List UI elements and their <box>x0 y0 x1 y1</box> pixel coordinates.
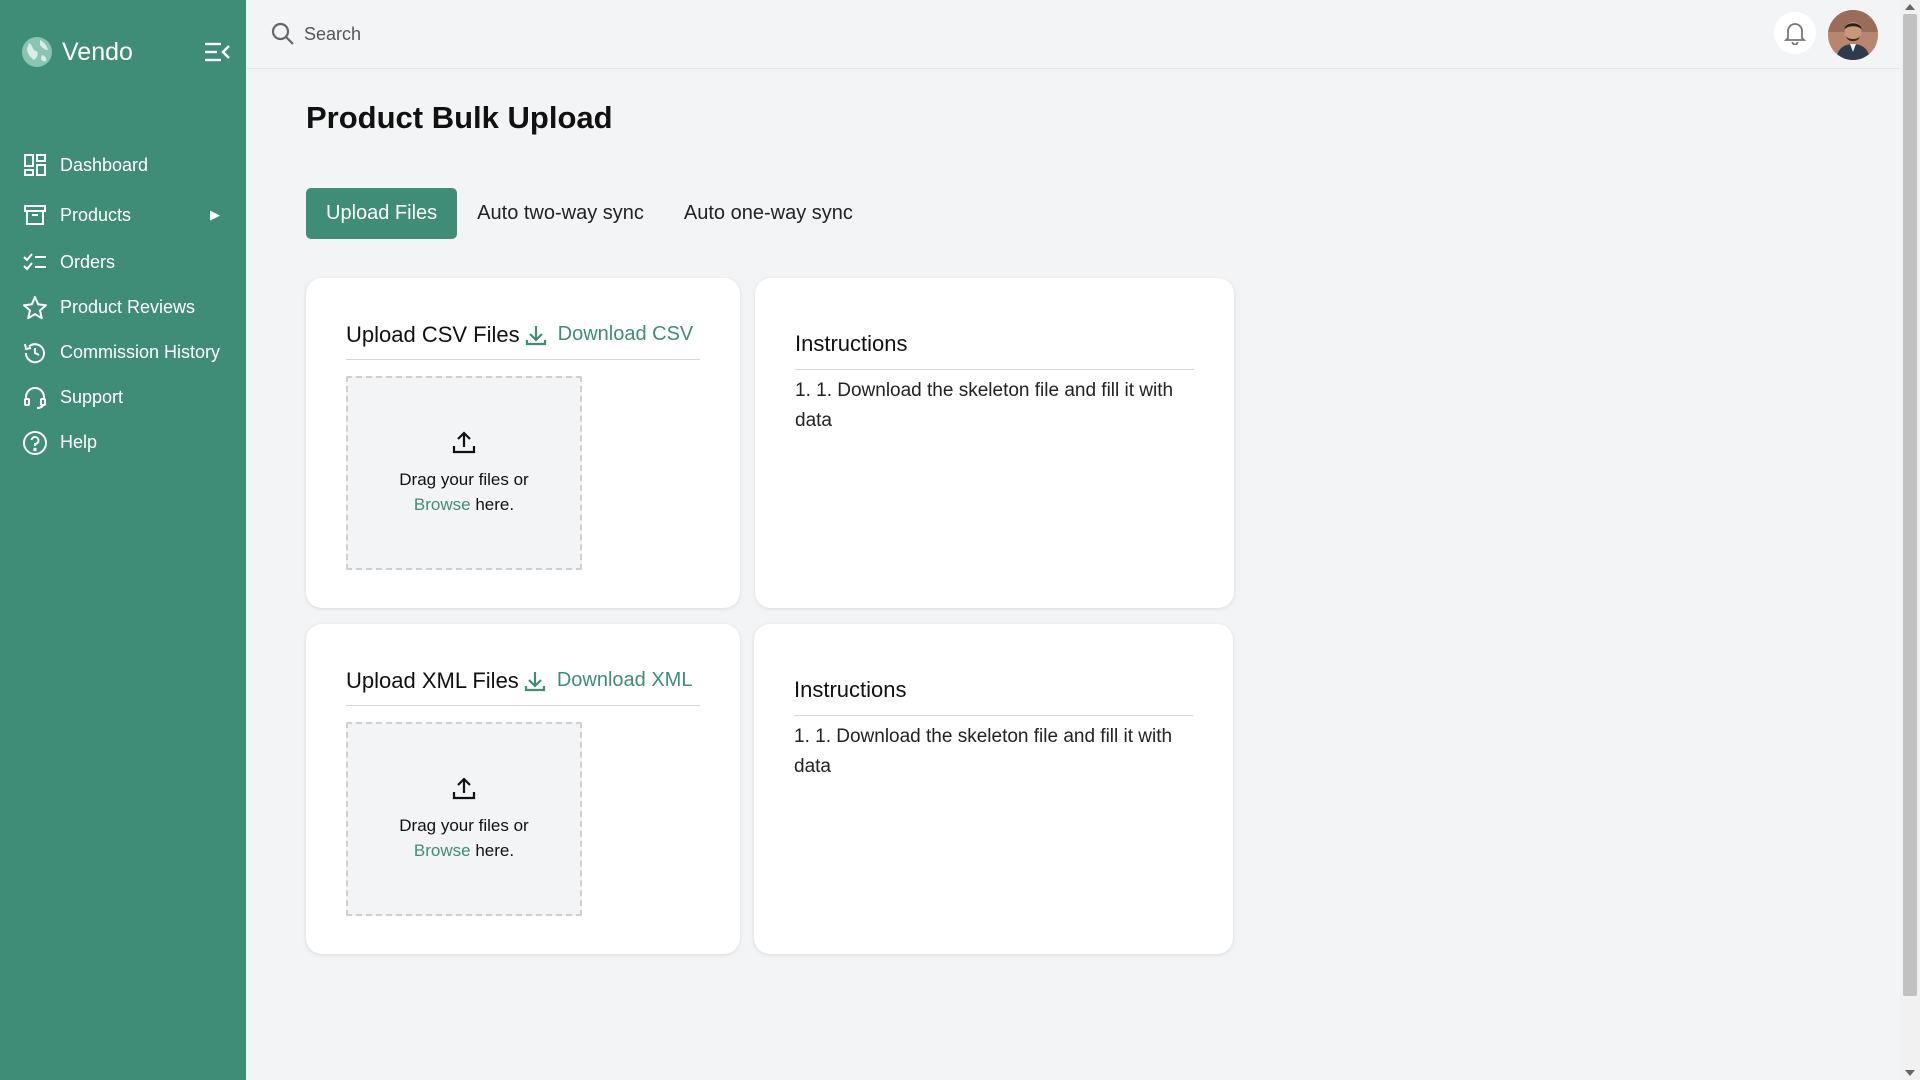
upload-icon <box>452 777 476 800</box>
notifications-button[interactable] <box>1774 12 1816 54</box>
bell-icon <box>1784 23 1806 45</box>
sidebar-item-commission-history[interactable]: Commission History <box>0 330 246 375</box>
xml-instructions-card: Instructions 1. 1. Download the skeleton… <box>754 624 1233 954</box>
csv-card-title: Upload CSV Files <box>346 321 520 347</box>
expand-arrow-icon[interactable]: ▶ <box>210 207 220 223</box>
page-scrollbar[interactable] <box>1900 0 1920 1080</box>
menu-collapse-icon <box>205 42 230 62</box>
xml-card-title: Upload XML Files <box>346 667 519 693</box>
dropzone-text: Drag your files or Browse here. <box>399 813 528 863</box>
sidebar-item-label: Commission History <box>60 342 221 362</box>
instructions-text: 1. 1. Download the skeleton file and fil… <box>795 380 1174 431</box>
browse-link[interactable]: Browse <box>414 495 471 514</box>
csv-dropzone[interactable]: Drag your files or Browse here. <box>346 376 582 570</box>
tab-upload-files[interactable]: Upload Files <box>306 188 458 239</box>
sidebar-item-label: Dashboard <box>60 154 149 175</box>
sidebar-item-label: Products <box>60 204 132 225</box>
dropzone-prompt: Drag your files or <box>399 816 529 835</box>
xml-card-header: Upload XML Files Download XML <box>346 656 700 706</box>
avatar[interactable] <box>1828 10 1878 60</box>
sidebar-item-product-reviews[interactable]: Product Reviews <box>0 285 246 330</box>
brand[interactable]: Vendo <box>20 30 133 74</box>
download-xml-link[interactable]: Download XML <box>523 669 693 693</box>
upload-icon <box>452 431 476 454</box>
sidebar-item-label: Product Reviews <box>60 297 196 317</box>
scroll-down-arrow-icon[interactable] <box>1905 1070 1915 1076</box>
star-icon <box>22 295 48 321</box>
checklist-icon <box>22 250 48 276</box>
dropzone-suffix: here. <box>470 841 515 860</box>
sidebar-item-label: Orders <box>60 252 116 272</box>
dropzone-prompt: Drag your files or <box>399 470 529 489</box>
scroll-thumb[interactable] <box>1903 14 1917 996</box>
dropzone-text: Drag your files or Browse here. <box>399 467 528 517</box>
instructions-title: Instructions <box>794 676 907 702</box>
history-icon <box>22 340 48 366</box>
download-icon <box>524 671 545 691</box>
csv-instructions-card: Instructions 1. 1. Download the skeleton… <box>755 278 1234 608</box>
download-xml-label: Download XML <box>556 669 693 691</box>
csv-card-header: Upload CSV Files Download CSV <box>346 310 700 360</box>
search-input[interactable] <box>304 18 704 50</box>
download-icon <box>525 325 546 345</box>
sidebar-item-label: Help <box>60 432 98 452</box>
instructions-text: 1. 1. Download the skeleton file and fil… <box>794 726 1173 777</box>
sidebar-nav: Dashboard Products ▶ Orders Product Revi… <box>0 140 246 465</box>
sidebar-item-products[interactable]: Products ▶ <box>0 190 246 240</box>
xml-upload-card: Upload XML Files Download XML Drag your … <box>306 624 740 954</box>
instructions-header: Instructions <box>795 318 1194 370</box>
dashboard-icon <box>22 152 48 178</box>
headset-icon <box>22 385 48 411</box>
sidebar: Vendo Dashboard Products ▶ Orders Produc… <box>0 0 246 1080</box>
instructions-header: Instructions <box>794 664 1193 716</box>
tab-auto-two-way-sync[interactable]: Auto two-way sync <box>457 188 664 239</box>
tab-bar: Upload Files Auto two-way sync Auto one-… <box>306 188 873 239</box>
collapse-sidebar-button[interactable] <box>202 38 232 66</box>
sidebar-item-dashboard[interactable]: Dashboard <box>0 140 246 190</box>
download-csv-link[interactable]: Download CSV <box>524 323 694 347</box>
tab-auto-one-way-sync[interactable]: Auto one-way sync <box>664 188 873 239</box>
instructions-title: Instructions <box>795 330 908 356</box>
download-csv-label: Download CSV <box>557 323 694 345</box>
sidebar-item-label: Support <box>60 387 124 407</box>
browse-link[interactable]: Browse <box>414 841 471 860</box>
page-title: Product Bulk Upload <box>306 100 613 135</box>
dropzone-suffix: here. <box>470 495 515 514</box>
globe-logo-icon <box>22 37 52 67</box>
user-avatar-icon <box>1828 10 1878 60</box>
scroll-up-arrow-icon[interactable] <box>1905 4 1915 10</box>
search-icon <box>271 22 294 45</box>
help-icon <box>22 430 48 456</box>
sidebar-item-support[interactable]: Support <box>0 375 246 420</box>
csv-upload-card: Upload CSV Files Download CSV Drag your … <box>306 278 740 608</box>
box-icon <box>22 202 48 228</box>
sidebar-item-help[interactable]: Help <box>0 420 246 465</box>
sidebar-item-orders[interactable]: Orders <box>0 240 246 285</box>
topbar <box>246 0 1900 69</box>
brand-name: Vendo <box>62 37 133 66</box>
xml-dropzone[interactable]: Drag your files or Browse here. <box>346 722 582 916</box>
